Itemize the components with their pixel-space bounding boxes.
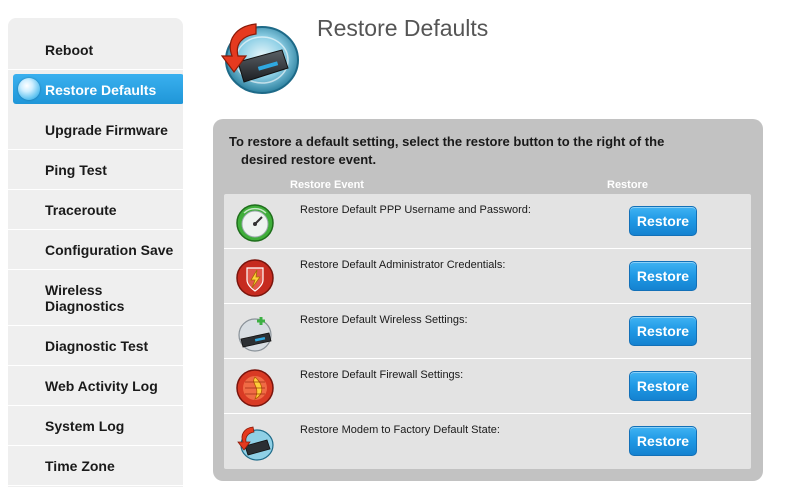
sidebar-item-web-activity-log[interactable]: Web Activity Log xyxy=(8,366,183,406)
restore-factory-button[interactable]: Restore xyxy=(629,426,697,456)
page-title: Restore Defaults xyxy=(317,15,489,41)
instructions-text: To restore a default setting, select the… xyxy=(229,133,739,169)
sidebar-item-wireless-diagnostics[interactable]: Wireless Diagnostics xyxy=(8,270,183,326)
restore-ppp-button[interactable]: Restore xyxy=(629,206,697,236)
sidebar-item-upgrade-firmware[interactable]: Upgrade Firmware xyxy=(8,110,183,150)
gauge-icon xyxy=(235,203,275,243)
sidebar-item-label: Reboot xyxy=(45,41,94,58)
sidebar-item-label: Traceroute xyxy=(45,201,117,218)
restore-table: Restore Default PPP Username and Passwor… xyxy=(224,194,751,469)
sidebar-item-label: Ping Test xyxy=(45,161,107,178)
sidebar-item-label-line1: Wireless xyxy=(45,281,103,298)
firewall-icon xyxy=(235,368,275,408)
sidebar-item-traceroute[interactable]: Traceroute xyxy=(8,190,183,230)
shield-lightning-icon xyxy=(235,258,275,298)
table-row: Restore Default Wireless Settings: Resto… xyxy=(224,304,751,359)
column-header-restore: Restore xyxy=(607,179,648,191)
sidebar-item-label: Wireless Diagnostics xyxy=(45,282,124,314)
sidebar-item-label: Upgrade Firmware xyxy=(45,121,168,138)
row-label: Restore Default PPP Username and Passwor… xyxy=(300,204,531,216)
sidebar-item-label: Restore Defaults xyxy=(45,82,157,98)
sidebar-item-label-line2: Diagnostics xyxy=(45,297,125,314)
row-label: Restore Default Wireless Settings: xyxy=(300,314,468,326)
sidebar-item-configuration-save[interactable]: Configuration Save xyxy=(8,230,183,270)
table-row: Restore Default PPP Username and Passwor… xyxy=(224,194,751,249)
table-row: Restore Default Firewall Settings: Resto… xyxy=(224,359,751,414)
sidebar-item-time-zone[interactable]: Time Zone xyxy=(8,446,183,486)
column-header-event: Restore Event xyxy=(290,179,364,191)
restore-wireless-button[interactable]: Restore xyxy=(629,316,697,346)
sidebar-item-restore-defaults[interactable]: Restore Defaults xyxy=(8,70,183,110)
restore-admin-button[interactable]: Restore xyxy=(629,261,697,291)
restore-drive-icon xyxy=(216,16,302,96)
sidebar-item-reboot[interactable]: Reboot xyxy=(8,30,183,70)
restore-firewall-button[interactable]: Restore xyxy=(629,371,697,401)
sidebar-item-label: System Log xyxy=(45,417,125,434)
table-row: Restore Modem to Factory Default State: … xyxy=(224,414,751,469)
row-label: Restore Modem to Factory Default State: xyxy=(300,424,500,436)
row-label: Restore Default Firewall Settings: xyxy=(300,369,464,381)
restore-panel: To restore a default setting, select the… xyxy=(213,119,763,481)
restore-drive-icon xyxy=(235,423,275,463)
wireless-drive-icon xyxy=(235,313,275,353)
sidebar-item-label: Web Activity Log xyxy=(45,377,158,394)
instructions-line1: To restore a default setting, select the… xyxy=(229,134,665,149)
sidebar-item-label: Diagnostic Test xyxy=(45,337,149,354)
sidebar: Reboot Restore Defaults Upgrade Firmware… xyxy=(8,18,183,487)
sidebar-item-label: Configuration Save xyxy=(45,241,174,258)
instructions-line2: desired restore event. xyxy=(241,152,377,167)
sidebar-item-diagnostic-test[interactable]: Diagnostic Test xyxy=(8,326,183,366)
table-row: Restore Default Administrator Credential… xyxy=(224,249,751,304)
sidebar-item-label: Time Zone xyxy=(45,457,115,474)
row-label: Restore Default Administrator Credential… xyxy=(300,259,506,271)
sidebar-item-system-log[interactable]: System Log xyxy=(8,406,183,446)
sidebar-item-ping-test[interactable]: Ping Test xyxy=(8,150,183,190)
